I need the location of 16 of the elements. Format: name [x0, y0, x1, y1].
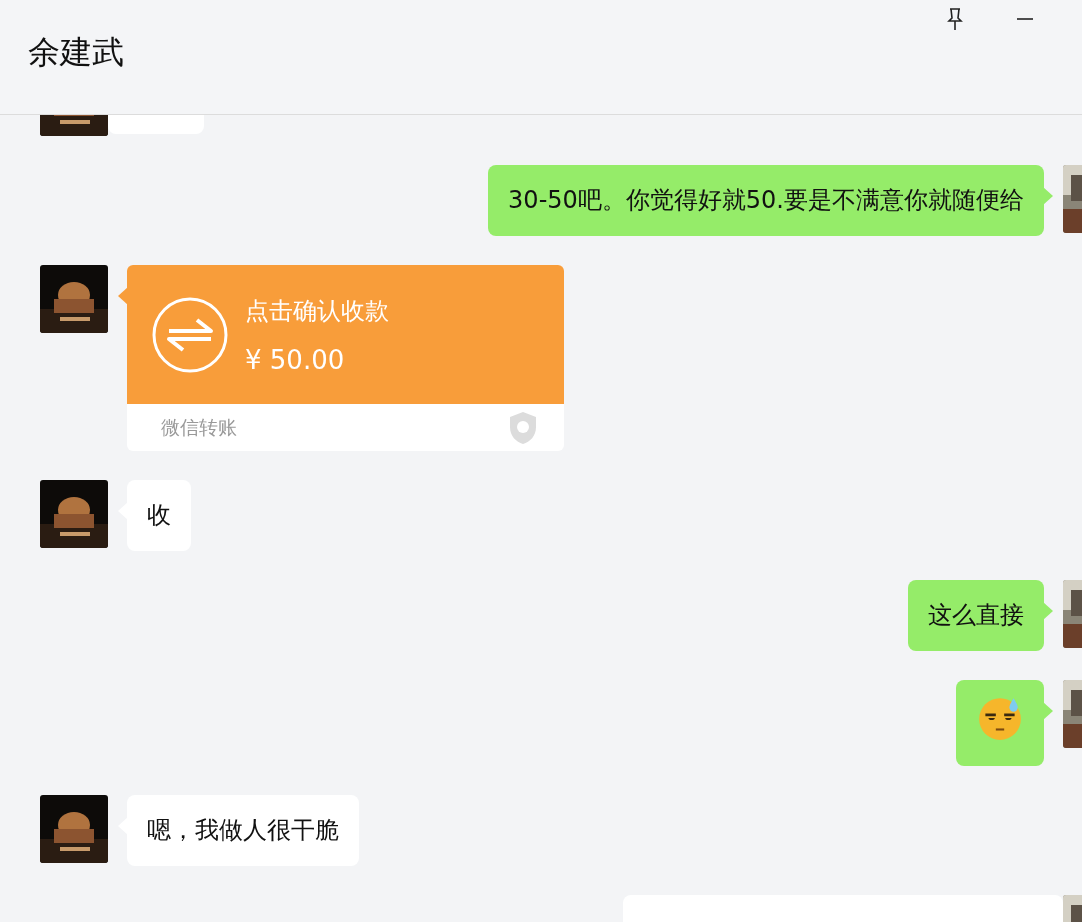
window-title: 余建武: [28, 32, 124, 73]
shield-icon: [508, 410, 538, 445]
message-bubble: 30-50吧。你觉得好就50.要是不满意你就随便给: [488, 165, 1044, 236]
transfer-title: 点击确认收款: [245, 295, 389, 327]
message-bubble: 收: [127, 480, 191, 551]
transfer-icon: [151, 295, 229, 374]
bubble-tail: [1043, 602, 1053, 620]
bubble-tail: [1043, 187, 1053, 205]
transfer-card[interactable]: 点击确认收款 ¥ 50.00 微信转账: [127, 265, 564, 451]
pin-button[interactable]: [944, 6, 966, 32]
transfer-label: 微信转账: [161, 414, 237, 440]
minimize-icon: [1016, 17, 1034, 21]
transfer-amount: ¥ 50.00: [245, 344, 346, 375]
message-bubble: 嗯，我做人很干脆: [127, 795, 359, 866]
pin-icon: [946, 7, 964, 31]
message-bubble: 这么直接: [908, 580, 1044, 651]
